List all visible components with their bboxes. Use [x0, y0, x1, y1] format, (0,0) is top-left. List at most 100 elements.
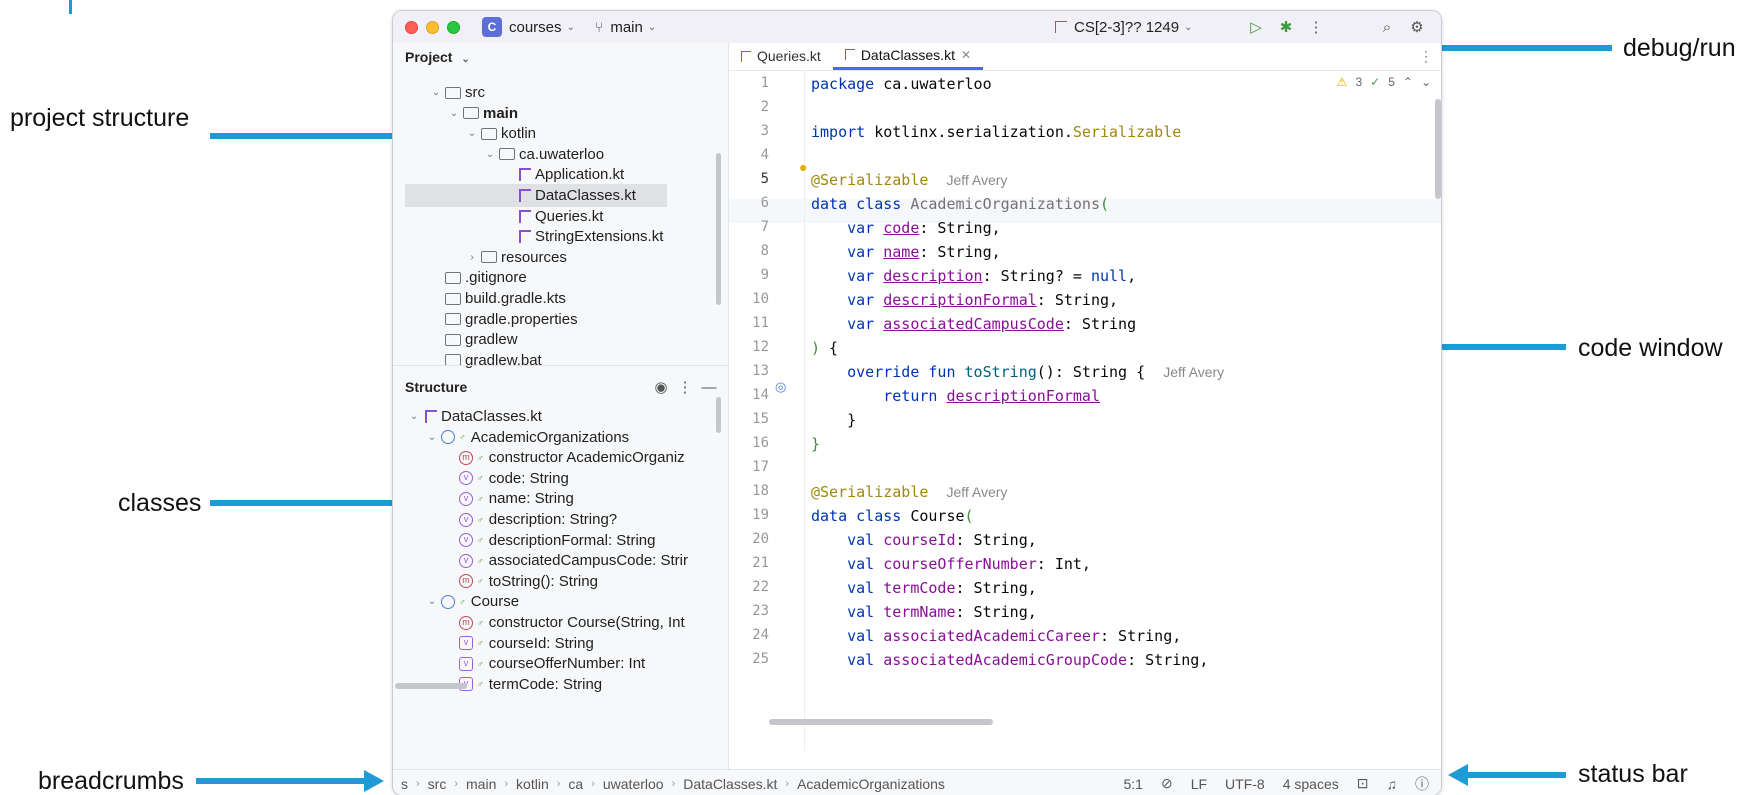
chevron-icon[interactable]: ⌄: [407, 411, 421, 422]
code-line-15: }: [811, 411, 857, 429]
structure-tree-item[interactable]: ⌄ ♂ Course: [393, 590, 715, 613]
minimize-panel-icon[interactable]: —: [699, 377, 719, 397]
bell-icon[interactable]: ♫: [1387, 776, 1398, 792]
project-tree-item[interactable]: gradlew: [393, 328, 713, 351]
lightbulb-icon[interactable]: ●: [799, 159, 807, 175]
chevron-icon[interactable]: ⌄: [425, 596, 439, 607]
caret-position[interactable]: 5:1: [1124, 776, 1143, 792]
chevron-up-icon[interactable]: ⌃: [1403, 75, 1413, 89]
project-tree-item[interactable]: › resources: [393, 246, 713, 269]
structure-horizontal-scrollbar[interactable]: [395, 683, 467, 689]
project-tree-item[interactable]: .gitignore: [393, 266, 713, 289]
debug-icon[interactable]: ✱: [1276, 17, 1296, 37]
project-tree-item[interactable]: StringExtensions.kt: [393, 225, 713, 248]
structure-tree-item[interactable]: v ♂ descriptionFormal: String: [393, 529, 715, 552]
close-tab-icon[interactable]: ✕: [961, 48, 971, 62]
unlock-icon[interactable]: ⊡: [1357, 775, 1369, 792]
structure-tree-item[interactable]: v ♂ description: String?: [393, 508, 715, 531]
line-number: 13: [752, 363, 769, 379]
structure-tree-item[interactable]: v ♂ courseId: String: [393, 632, 715, 655]
structure-tree-item[interactable]: ⌄ DataClasses.kt: [393, 405, 715, 428]
breadcrumb-item[interactable]: ca: [568, 776, 583, 792]
chevron-icon[interactable]: ⌄: [465, 128, 479, 139]
search-icon[interactable]: ⌕: [1377, 17, 1397, 37]
run-icon[interactable]: ▷: [1246, 17, 1266, 37]
breadcrumb-item[interactable]: AcademicOrganizations: [797, 776, 945, 792]
line-number: 24: [752, 627, 769, 643]
breadcrumb-item[interactable]: kotlin: [516, 776, 549, 792]
project-tree-item[interactable]: gradle.properties: [393, 308, 713, 331]
chevron-icon[interactable]: ⌄: [429, 87, 443, 98]
project-tree-item[interactable]: DataClasses.kt: [405, 184, 667, 207]
minimize-window-button[interactable]: [426, 20, 439, 34]
ai-disabled-icon[interactable]: ⊘: [1161, 775, 1173, 792]
tree-item-label: termCode: String: [488, 675, 603, 693]
run-configuration[interactable]: CS[2-3]?? 1249 ⌄: [1055, 11, 1192, 43]
project-tree-item[interactable]: ⌄ ca.uwaterloo: [393, 143, 713, 166]
line-number: 10: [752, 291, 769, 307]
breadcrumb-item[interactable]: src: [428, 776, 447, 792]
override-marker-icon[interactable]: ◎: [775, 379, 786, 395]
structure-panel-title: Structure: [405, 379, 468, 395]
structure-tree-item[interactable]: m ♂ constructor Course(String, Int: [393, 611, 715, 634]
indent-setting[interactable]: 4 spaces: [1283, 776, 1339, 792]
more-options-icon[interactable]: ⋮: [1306, 17, 1326, 37]
zoom-window-button[interactable]: [447, 20, 460, 34]
structure-tree-item[interactable]: m ♂ toString(): String: [393, 570, 715, 593]
eye-icon[interactable]: ◉: [651, 377, 671, 397]
project-tree-item[interactable]: Queries.kt: [393, 205, 713, 228]
public-visibility-icon: ♂: [477, 473, 484, 484]
project-tree-item[interactable]: ⌄ src: [393, 81, 713, 104]
structure-tree-item[interactable]: v ♂ courseOfferNumber: Int: [393, 652, 715, 675]
file-encoding[interactable]: UTF-8: [1225, 776, 1265, 792]
class-icon: [441, 594, 455, 609]
tab-dataclasses[interactable]: DataClasses.kt ✕: [832, 42, 984, 70]
chevron-icon[interactable]: ⌄: [483, 149, 497, 160]
editor-horizontal-scrollbar[interactable]: [769, 719, 993, 725]
project-tree-item[interactable]: ⌄ kotlin: [393, 122, 713, 145]
breadcrumb-item[interactable]: DataClasses.kt: [683, 776, 777, 792]
close-window-button[interactable]: [405, 20, 418, 34]
line-ending[interactable]: LF: [1191, 776, 1207, 792]
run-config-name[interactable]: CS[2-3]?? 1249: [1074, 19, 1179, 36]
chevron-down-icon[interactable]: ⌄: [1421, 75, 1431, 89]
kotlin-file-icon: [519, 230, 531, 244]
structure-tree-item[interactable]: ⌄ ♂ AcademicOrganizations: [393, 426, 715, 449]
tab-options-icon[interactable]: ⋮: [1409, 42, 1441, 70]
method-icon: m: [459, 574, 473, 589]
project-tree-item[interactable]: Application.kt: [393, 163, 713, 186]
tab-queries[interactable]: Queries.kt: [729, 42, 833, 70]
check-count: 5: [1388, 75, 1395, 89]
chevron-icon[interactable]: ⌄: [425, 432, 439, 443]
project-tree-item[interactable]: build.gradle.kts: [393, 287, 713, 310]
chevron-down-icon: ⌄: [566, 21, 575, 33]
project-tree-item[interactable]: gradlew.bat: [393, 349, 713, 372]
project-scrollbar[interactable]: [716, 153, 721, 305]
structure-tree-item[interactable]: v ♂ code: String: [393, 467, 715, 490]
project-panel-header[interactable]: Project ⌄: [405, 49, 470, 65]
public-visibility-icon: ♂: [477, 576, 484, 587]
annotation-project-structure: project structure: [10, 104, 190, 132]
source-folder-icon: [463, 107, 479, 120]
editor-vertical-scrollbar[interactable]: [1435, 99, 1441, 199]
breadcrumb-item[interactable]: uwaterloo: [603, 776, 664, 792]
breadcrumb-item[interactable]: s: [401, 776, 408, 792]
tree-item-label: build.gradle.kts: [465, 290, 566, 307]
more-options-icon[interactable]: ⋮: [675, 377, 695, 397]
chevron-icon[interactable]: ›: [465, 252, 479, 263]
structure-tree-item[interactable]: m ♂ constructor AcademicOrganiz: [393, 446, 715, 469]
project-badge[interactable]: C: [482, 17, 502, 37]
breadcrumb-item[interactable]: main: [466, 776, 496, 792]
project-name[interactable]: courses: [509, 19, 562, 36]
problems-icon[interactable]: ⓘ: [1415, 774, 1429, 794]
public-visibility-icon: ♂: [477, 638, 484, 649]
branch-name[interactable]: main: [610, 19, 643, 36]
annotation-arrow-breadcrumbs: [196, 770, 384, 792]
structure-scrollbar[interactable]: [716, 397, 721, 433]
gear-icon[interactable]: ⚙: [1407, 17, 1427, 37]
inspection-widget[interactable]: ⚠ 3 ✓ 5 ⌃ ⌄: [1337, 75, 1431, 89]
project-tree-item[interactable]: ⌄ main: [393, 102, 713, 125]
structure-tree-item[interactable]: v ♂ name: String: [393, 487, 715, 510]
structure-tree-item[interactable]: v ♂ associatedCampusCode: Strir: [393, 549, 715, 572]
chevron-icon[interactable]: ⌄: [447, 108, 461, 119]
